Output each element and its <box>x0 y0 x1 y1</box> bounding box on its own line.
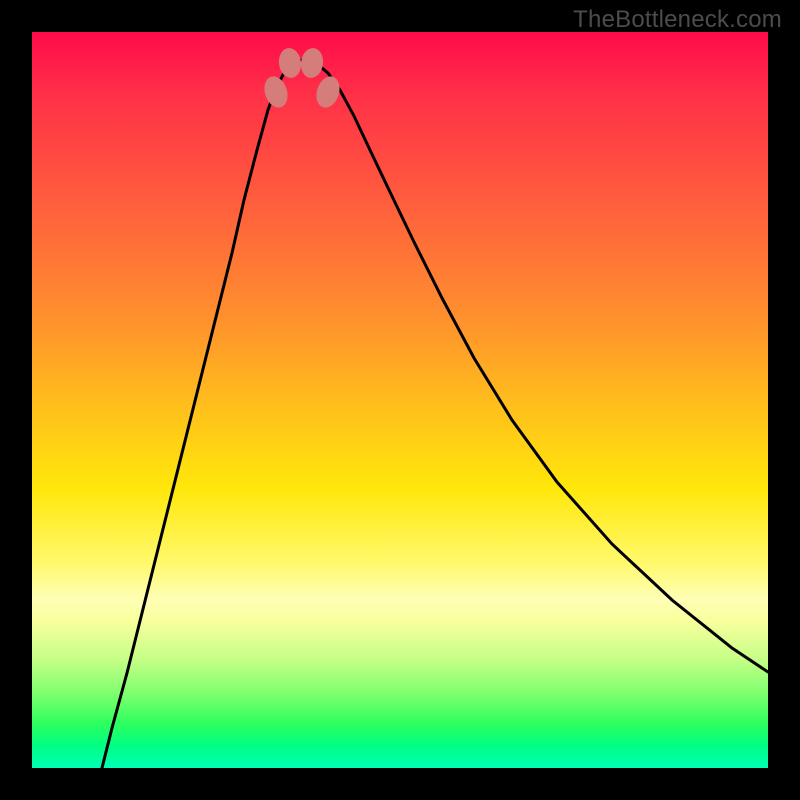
watermark-text: TheBottleneck.com <box>573 6 782 34</box>
marker-right-bottom <box>299 47 325 80</box>
marker-left-bottom <box>277 47 303 80</box>
marker-right-shoulder <box>313 73 344 110</box>
marker-left-shoulder <box>261 73 292 110</box>
curve-markers <box>261 47 344 111</box>
chart-svg <box>32 32 768 768</box>
bottleneck-curve <box>102 60 768 768</box>
chart-frame: TheBottleneck.com <box>0 0 800 800</box>
plot-area <box>32 32 768 768</box>
